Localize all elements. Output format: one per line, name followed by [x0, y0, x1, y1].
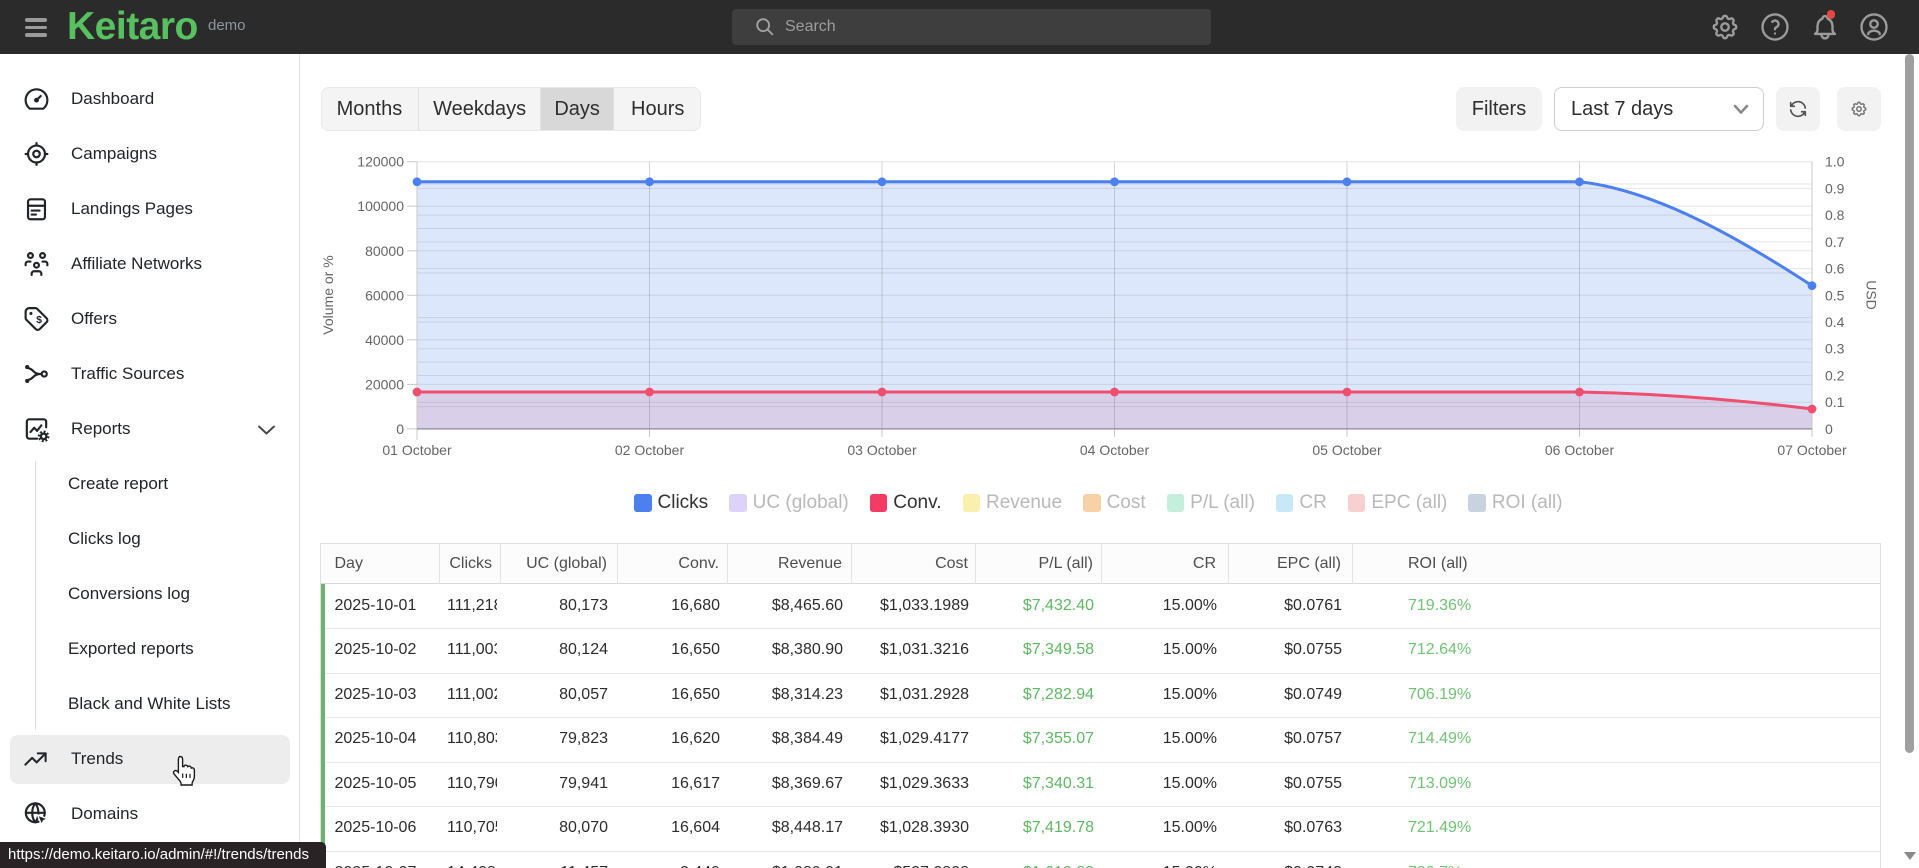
svg-text:0.8: 0.8 [1825, 207, 1845, 223]
svg-text:60000: 60000 [365, 287, 404, 303]
svg-text:01 October: 01 October [382, 442, 452, 458]
svg-text:100000: 100000 [357, 198, 404, 214]
svg-text:03 October: 03 October [847, 442, 917, 458]
svg-text:0.1: 0.1 [1825, 394, 1845, 410]
svg-text:80000: 80000 [365, 243, 404, 259]
svg-text:07 October: 07 October [1777, 442, 1847, 458]
svg-text:05 October: 05 October [1312, 442, 1382, 458]
svg-text:0.5: 0.5 [1825, 287, 1845, 303]
svg-text:06 October: 06 October [1545, 442, 1615, 458]
svg-text:02 October: 02 October [615, 442, 685, 458]
svg-text:0.9: 0.9 [1825, 180, 1845, 196]
svg-text:0: 0 [396, 421, 404, 437]
svg-text:$: $ [36, 315, 42, 326]
svg-text:0.7: 0.7 [1825, 234, 1845, 250]
svg-text:0.6: 0.6 [1825, 261, 1845, 277]
svg-text:0.4: 0.4 [1825, 314, 1845, 330]
svg-text:Volume or %: Volume or % [320, 255, 336, 334]
svg-text:1.0: 1.0 [1825, 154, 1845, 170]
svg-text:20000: 20000 [365, 376, 404, 392]
svg-text:0: 0 [1825, 421, 1833, 437]
svg-text:USD: USD [1864, 280, 1880, 310]
svg-text:0.3: 0.3 [1825, 341, 1845, 357]
svg-text:120000: 120000 [357, 154, 404, 170]
svg-text:04 October: 04 October [1080, 442, 1150, 458]
svg-text:0.2: 0.2 [1825, 368, 1845, 384]
svg-text:40000: 40000 [365, 332, 404, 348]
